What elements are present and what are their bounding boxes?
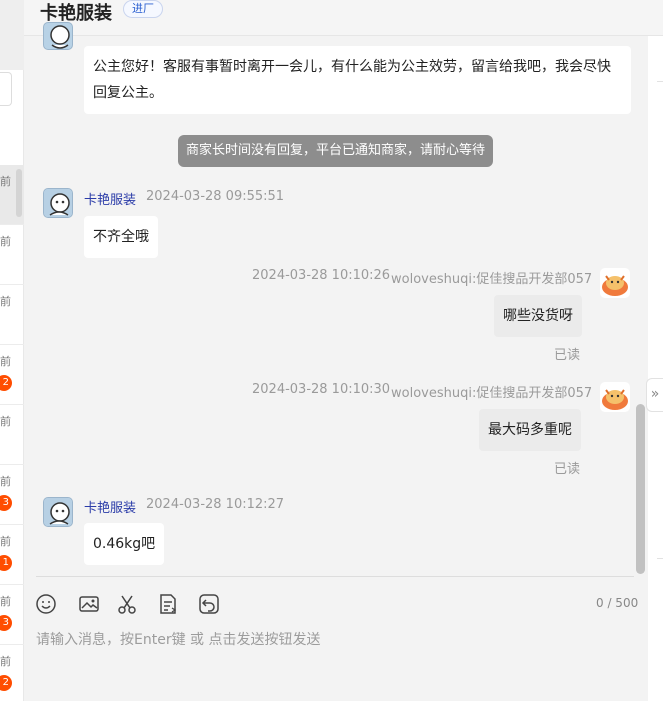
system-notice: 商家长时间没有回复，平台已通知商家，请耐心等待	[178, 135, 494, 167]
session-item[interactable]: 前 2	[0, 645, 24, 701]
shop-avatar	[43, 497, 73, 527]
emoji-icon[interactable]	[35, 593, 57, 615]
shop-avatar	[43, 22, 73, 50]
message-bubble: 0.46kg吧	[84, 523, 165, 565]
session-list: 前 前 前 前 2 前 前 3 前 1 前 3 前 2	[0, 0, 24, 701]
unread-badge: 3	[0, 495, 12, 511]
scissors-icon[interactable]	[116, 593, 138, 615]
session-item[interactable]: 前	[0, 285, 24, 345]
session-time: 前	[0, 295, 11, 308]
message-input[interactable]: 请输入消息，按Enter键 或 点击发送按钮发送	[36, 629, 320, 649]
sender-name: woloveshuqi:促佳搜品开发部057	[391, 272, 593, 287]
shop-avatar	[43, 188, 73, 218]
message-time: 2024-03-28 10:12:27	[146, 497, 285, 512]
user-avatar	[600, 268, 630, 298]
session-time: 前	[0, 475, 11, 488]
sender-name: 卡艳服装	[84, 501, 137, 516]
image-icon[interactable]	[78, 593, 100, 615]
session-item[interactable]: 前 3	[0, 585, 24, 645]
collapse-panel-button[interactable]: »	[646, 378, 663, 412]
scrollbar-thumb[interactable]	[636, 404, 645, 574]
session-item[interactable]: 前	[0, 225, 24, 285]
message-time: 2024-03-28 09:55:51	[146, 189, 285, 204]
chat-header: 卡艳服装 进厂	[24, 0, 663, 36]
session-time: 前	[0, 175, 11, 188]
auto-reply-message: 公主您好！客服有事暂时离开一会儿，有什么能为公主效劳，留言给我吧，我会尽快回复公…	[84, 46, 631, 114]
message-bubble: 最大码多重呢	[479, 409, 581, 451]
session-time: 前	[0, 595, 11, 608]
session-time: 前	[0, 535, 11, 548]
session-time: 前	[0, 655, 11, 668]
session-time: 前	[0, 235, 11, 248]
sender-name: woloveshuqi:促佳搜品开发部057	[391, 386, 593, 401]
quick-phrase-icon[interactable]	[157, 593, 179, 615]
message-time: 2024-03-28 10:10:30	[252, 382, 391, 397]
char-counter: 0 / 500	[596, 596, 639, 610]
session-search-input[interactable]	[0, 72, 12, 106]
session-time: 前	[0, 415, 11, 428]
unread-badge: 2	[0, 675, 12, 691]
session-time: 前	[0, 355, 11, 368]
session-item[interactable]: 前	[0, 405, 24, 465]
message-bubble: 哪些没货呀	[494, 295, 582, 337]
message-bubble: 不齐全哦	[84, 216, 158, 258]
unread-badge: 3	[0, 615, 12, 631]
session-item[interactable]: 前 1	[0, 525, 24, 585]
message-time: 2024-03-28 10:10:26	[252, 268, 391, 283]
composer-divider	[36, 576, 634, 577]
right-panel-edge	[648, 36, 663, 701]
user-avatar	[600, 382, 630, 412]
read-status: 已读	[554, 348, 581, 363]
session-item[interactable]: 前 2	[0, 345, 24, 405]
history-icon[interactable]	[198, 593, 220, 615]
read-status: 已读	[554, 462, 581, 477]
sidebar-header	[0, 0, 24, 70]
sender-name: 卡艳服装	[84, 193, 137, 208]
unread-badge: 2	[0, 375, 12, 391]
session-item[interactable]: 前	[0, 165, 24, 225]
unread-badge: 1	[0, 555, 12, 571]
shop-tag[interactable]: 进厂	[123, 0, 163, 18]
session-item[interactable]: 前 3	[0, 465, 24, 525]
